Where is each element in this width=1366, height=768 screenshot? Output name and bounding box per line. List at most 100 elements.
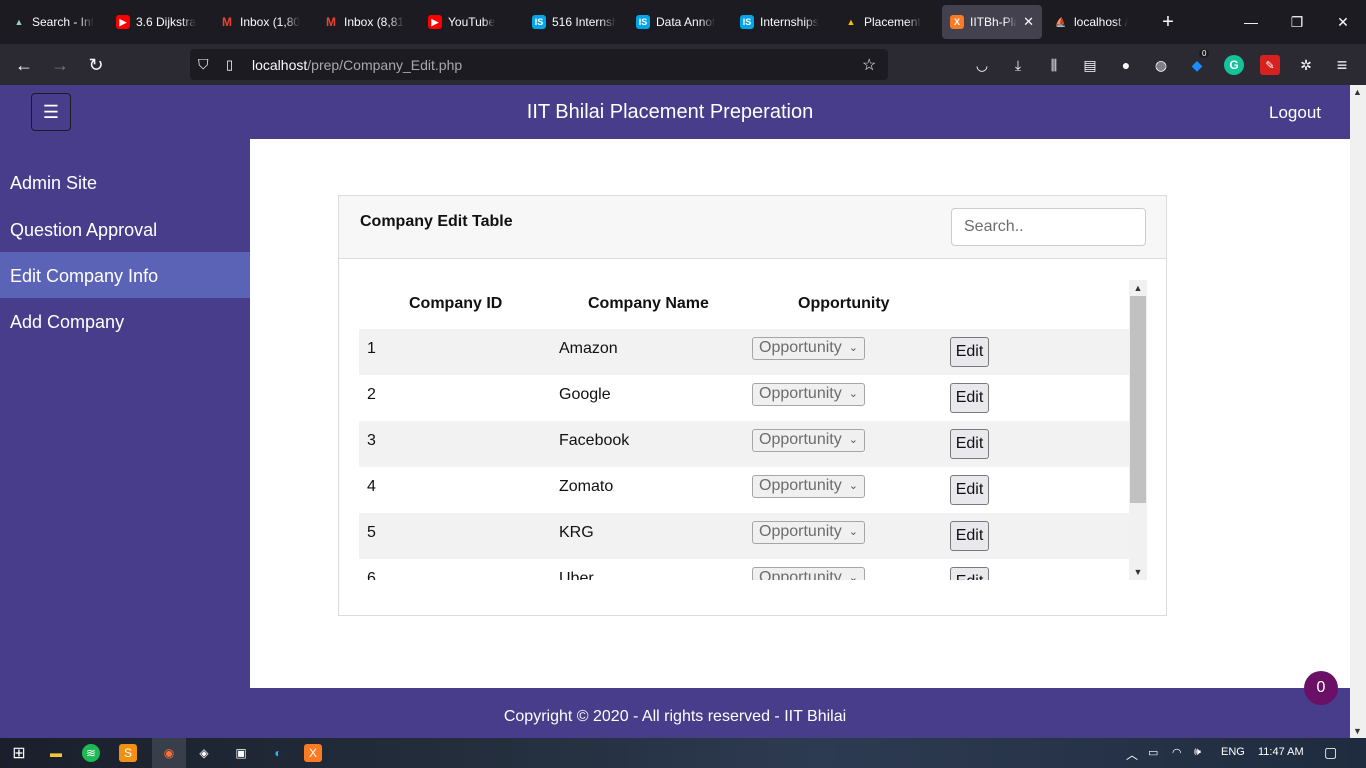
sidebar-item-question-approval[interactable]: Question Approval — [0, 206, 250, 252]
company-id-cell: 6 — [367, 570, 376, 580]
firefox-icon[interactable]: ◉ — [152, 738, 186, 768]
restore-icon[interactable]: ❐ — [1274, 0, 1320, 44]
grammarly-icon[interactable]: G — [1224, 55, 1244, 75]
edit-button[interactable]: Edit — [950, 521, 989, 551]
sublime-icon[interactable]: S — [119, 744, 137, 762]
pdf-extension-icon[interactable]: ✎ — [1260, 55, 1280, 75]
opportunity-select[interactable]: Opportunity ⌄ — [752, 383, 865, 406]
company-name-cell: KRG — [559, 524, 594, 541]
browser-tab[interactable]: M Inbox (1,80 — [212, 5, 312, 39]
sidebar: Admin Site Question Approval Edit Compan… — [0, 139, 250, 688]
browser-tab[interactable]: IS Internships — [732, 5, 832, 39]
close-window-icon[interactable]: ✕ — [1320, 0, 1366, 44]
scroll-up-icon[interactable]: ▲ — [1129, 280, 1147, 296]
opportunity-select[interactable]: Opportunity ⌄ — [752, 337, 865, 360]
new-tab-icon[interactable]: + — [1146, 0, 1190, 44]
app-icon[interactable]: ◈ — [193, 742, 215, 764]
table-row: 1 Amazon Opportunity ⌄ Edit — [359, 329, 1129, 375]
browser-tab-strip: ▲ Search - Int ▶ 3.6 Dijkstra M Inbox (1,80… — [0, 0, 1366, 44]
browser-tab-active[interactable]: X IITBh-Pla ✕ — [942, 5, 1042, 39]
windows-start-icon[interactable]: ⊞ — [8, 742, 30, 764]
search-input[interactable] — [951, 208, 1146, 246]
edit-button[interactable]: Edit — [950, 429, 989, 459]
chevron-down-icon: ⌄ — [848, 480, 858, 492]
spotify-icon[interactable]: ≋ — [82, 744, 100, 762]
edit-button[interactable]: Edit — [950, 475, 989, 505]
youtube-icon: ▶ — [116, 15, 130, 29]
chevron-up-icon[interactable]: ︿ — [1126, 746, 1138, 763]
globe-icon[interactable]: ◍ — [1151, 55, 1171, 75]
download-icon[interactable]: ⤓ — [1008, 55, 1028, 75]
page-icon: ▯ — [226, 56, 234, 72]
hamburger-menu-icon[interactable]: ≡ — [1332, 55, 1352, 75]
sidebar-icon[interactable]: ▤ — [1080, 55, 1100, 75]
opportunity-select-value: Opportunity — [759, 523, 842, 540]
close-tab-icon[interactable]: ✕ — [1023, 14, 1034, 30]
bookmark-star-icon[interactable]: ☆ — [862, 55, 876, 75]
company-id-cell: 4 — [367, 478, 376, 495]
chat-badge[interactable]: 0 — [1304, 671, 1338, 705]
opportunity-select[interactable]: Opportunity ⌄ — [752, 429, 865, 452]
internshala-icon: IS — [532, 15, 546, 29]
scroll-down-icon[interactable]: ▼ — [1129, 564, 1147, 580]
browser-tab[interactable]: ▶ YouTube — [420, 5, 520, 39]
battery-icon[interactable]: ▭ — [1148, 746, 1158, 759]
clock[interactable]: 11:47 AM — [1258, 746, 1304, 758]
extension-badge: 0 — [1199, 49, 1210, 58]
minimize-icon[interactable]: — — [1228, 0, 1274, 44]
language-indicator[interactable]: ENG — [1221, 746, 1245, 758]
edit-button[interactable]: Edit — [950, 337, 989, 367]
edit-button[interactable]: Edit — [950, 567, 989, 580]
copyright-text: Copyright © 2020 - All rights reserved -… — [503, 708, 847, 725]
site-header: ☰ IIT Bhilai Placement Preperation Logou… — [0, 85, 1350, 139]
forward-icon[interactable]: → — [47, 52, 73, 78]
scroll-down-icon[interactable]: ▼ — [1353, 726, 1362, 736]
browser-tab[interactable]: ▲ Placement — [836, 5, 936, 39]
volume-icon[interactable]: 🕪 — [1194, 746, 1201, 759]
back-icon[interactable]: ← — [11, 52, 37, 78]
address-bar[interactable]: ⛉ ▯ localhost/prep/Company_Edit.php ☆ — [190, 49, 888, 80]
chevron-down-icon: ⌄ — [848, 342, 858, 354]
browser-tab[interactable]: ▶ 3.6 Dijkstra — [108, 5, 208, 39]
column-header-opportunity: Opportunity — [798, 295, 890, 312]
browser-tab[interactable]: ⛵ localhost / — [1046, 5, 1146, 39]
scroll-up-icon[interactable]: ▲ — [1353, 87, 1362, 97]
company-id-cell: 1 — [367, 340, 376, 357]
extension-puzzle-icon[interactable]: ✲ — [1296, 55, 1316, 75]
sidebar-item-edit-company-info[interactable]: Edit Company Info — [0, 252, 250, 298]
reload-icon[interactable]: ↻ — [83, 52, 109, 78]
gmail-icon: M — [326, 15, 336, 29]
extension-icon[interactable]: ◆ 0 — [1187, 49, 1210, 75]
browser-tab[interactable]: ▲ Search - Int — [4, 5, 104, 39]
account-icon[interactable]: ● — [1116, 55, 1136, 75]
opportunity-select[interactable]: Opportunity ⌄ — [752, 521, 865, 544]
opportunity-select[interactable]: Opportunity ⌄ — [752, 475, 865, 498]
web-page: ☰ IIT Bhilai Placement Preperation Logou… — [0, 85, 1350, 738]
pocket-icon[interactable]: ◡ — [972, 55, 992, 75]
browser-tab[interactable]: M Inbox (8,81 — [316, 5, 416, 39]
xampp-icon[interactable]: X — [304, 744, 322, 762]
company-name-cell: Amazon — [559, 340, 618, 357]
url-text[interactable]: localhost/prep/Company_Edit.php — [252, 57, 462, 73]
edit-button[interactable]: Edit — [950, 383, 989, 413]
shield-icon[interactable]: ⛉ — [198, 56, 209, 73]
logout-link[interactable]: Logout — [1269, 103, 1321, 123]
file-explorer-icon[interactable]: ▬ — [45, 742, 67, 764]
table-scrollbar[interactable]: ▲ ▼ — [1129, 280, 1147, 580]
opportunity-select[interactable]: Opportunity ⌄ — [752, 567, 865, 580]
network-app-icon[interactable]: ▣ — [230, 742, 252, 764]
sidebar-item-add-company[interactable]: Add Company — [0, 298, 250, 344]
wifi-icon[interactable]: ◠ — [1172, 746, 1182, 759]
library-icon[interactable]: ⫼ — [1044, 55, 1064, 75]
table-row: 4 Zomato Opportunity ⌄ Edit — [359, 467, 1129, 513]
windows-taskbar: ⊞ ▬ ≋ S ◉ ◈ ▣ ◐ X ︿ ▭ ◠ 🕪 ENG 11:47 AM ▢ — [0, 738, 1366, 768]
browser-tab[interactable]: IS 516 Internsh — [524, 5, 624, 39]
browser-tab[interactable]: IS Data Annot — [628, 5, 728, 39]
scrollbar-thumb[interactable] — [1130, 296, 1146, 503]
company-id-cell: 5 — [367, 524, 376, 541]
page-scrollbar[interactable]: ▲ ▼ — [1350, 85, 1366, 738]
notification-center-icon[interactable]: ▢ — [1324, 744, 1337, 761]
edge-icon[interactable]: ◐ — [267, 742, 289, 764]
sidebar-item-admin-site[interactable]: Admin Site — [0, 159, 250, 205]
card-title: Company Edit Table — [360, 213, 513, 230]
